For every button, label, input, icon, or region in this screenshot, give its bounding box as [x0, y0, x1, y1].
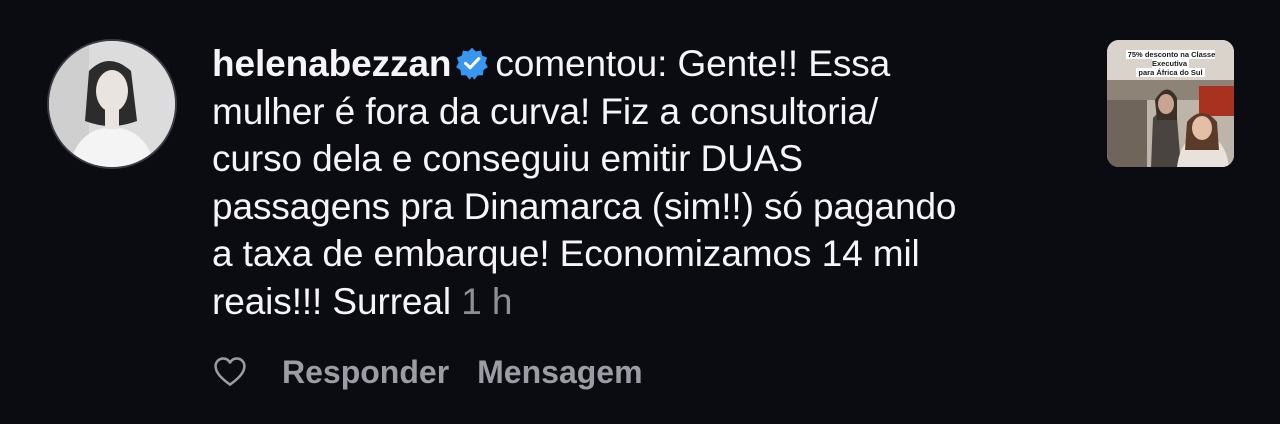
thumbnail-caption: 75% desconto na Classe Executiva para Áf…: [1107, 50, 1234, 77]
comment-line: mulher é fora da curva! Fiz a consultori…: [212, 90, 879, 132]
thumbnail-caption-line: para África do Sul: [1136, 68, 1205, 77]
comment-line: curso dela e conseguiu emitir DUAS: [212, 138, 803, 179]
username-link[interactable]: helenabezzan: [212, 43, 451, 84]
thumbnail-caption-line: 75% desconto na Classe Executiva: [1125, 50, 1216, 68]
comment-line: passagens pra Dinamarca (sim!!) só pagan…: [212, 185, 957, 227]
timestamp: 1 h: [461, 280, 513, 322]
reply-button[interactable]: Responder: [282, 354, 449, 391]
comment-line: reais!!! Surreal: [212, 280, 451, 322]
avatar[interactable]: [49, 41, 175, 167]
heart-icon[interactable]: [212, 354, 248, 390]
avatar-photo: [49, 41, 175, 167]
message-button[interactable]: Mensagem: [477, 354, 642, 391]
comment-verb: comentou:: [495, 43, 668, 84]
comment-line: a taxa de embarque! Economizamos 14 mil: [212, 233, 920, 274]
comment-actions: Responder Mensagem: [212, 352, 671, 392]
comment-line: Gente!! Essa: [677, 43, 891, 84]
verified-badge-icon: [456, 47, 489, 80]
comment-text: helenabezzan comentou: Gente!! Essa mulh…: [212, 40, 1092, 325]
post-thumbnail[interactable]: 75% desconto na Classe Executiva para Áf…: [1107, 40, 1234, 167]
